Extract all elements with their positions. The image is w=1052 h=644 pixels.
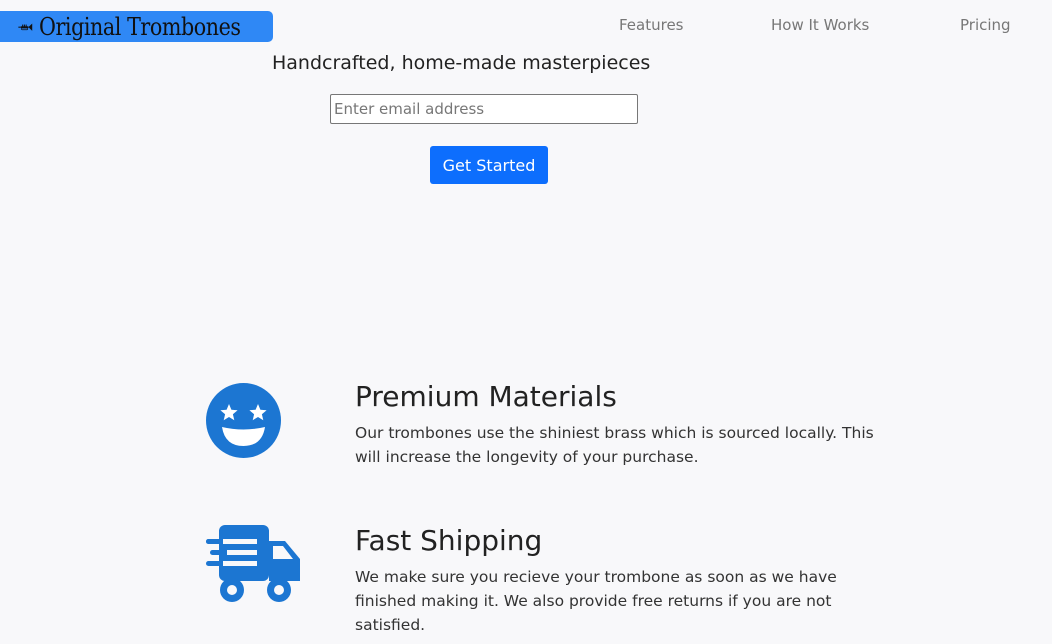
feature-title-fast-shipping: Fast Shipping — [355, 524, 543, 557]
feature-title-premium-materials: Premium Materials — [355, 380, 617, 413]
get-started-button[interactable]: Get Started — [430, 146, 548, 184]
hero-title: Handcrafted, home-made masterpieces — [272, 52, 651, 74]
feature-description-fast-shipping: We make sure you recieve your trombone a… — [355, 568, 837, 634]
feature-description-premium-materials: Our trombones use the shiniest brass whi… — [355, 424, 874, 466]
nav-link-how-it-works[interactable]: How It Works — [771, 16, 869, 34]
email-input[interactable] — [330, 94, 638, 124]
trumpet-icon — [18, 23, 33, 31]
logo-text: Original Trombones — [38, 12, 241, 41]
site-logo[interactable]: Original Trombones — [0, 11, 273, 42]
nav-link-features[interactable]: Features — [619, 16, 684, 34]
shipping-truck-icon — [206, 525, 300, 602]
nav-link-pricing[interactable]: Pricing — [960, 16, 1011, 34]
star-struck-face-icon — [206, 383, 281, 458]
